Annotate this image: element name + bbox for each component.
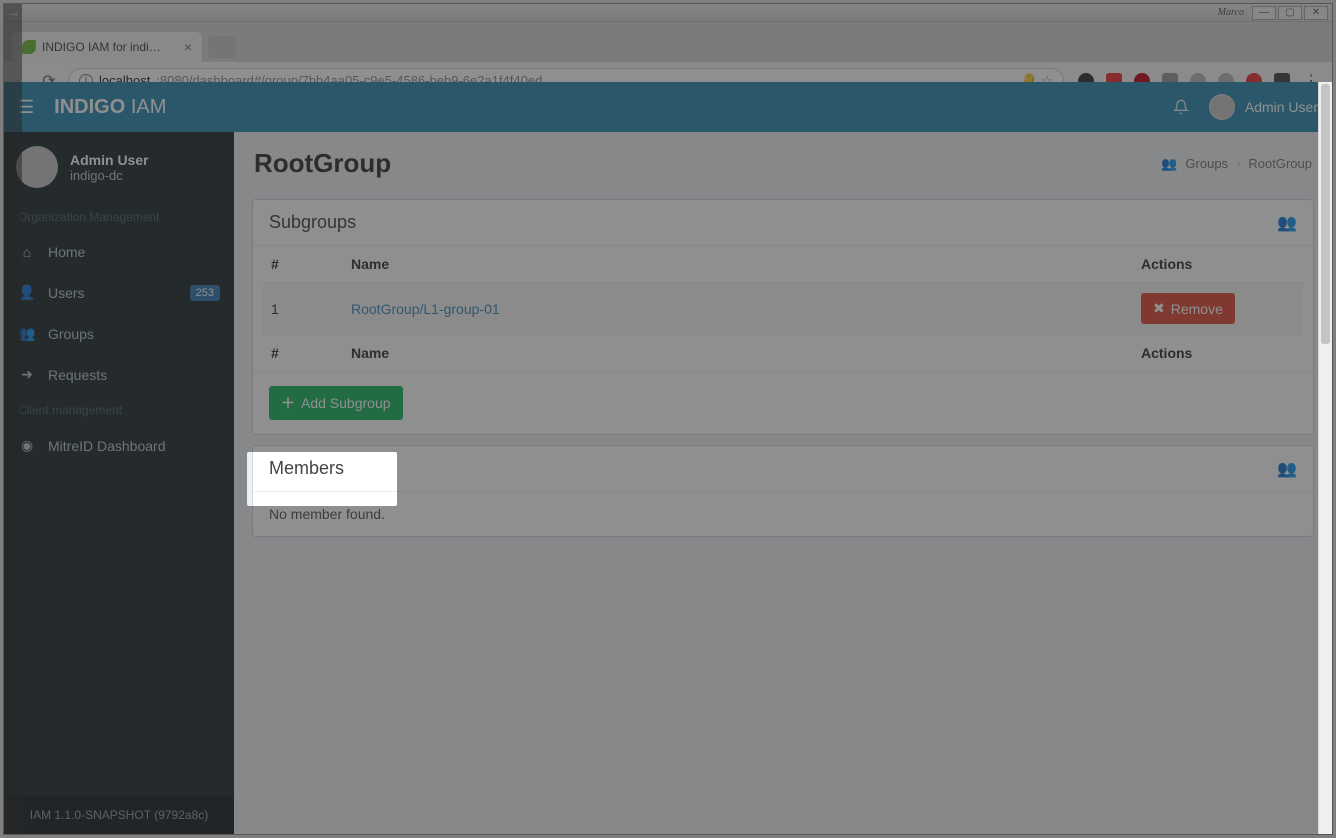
browser-window: Marco — ▢ ✕ INDIGO IAM for indi… × ← → ⟳… (3, 3, 1333, 835)
panel-title: Members (269, 458, 344, 479)
sidebar-item-label: Groups (48, 326, 94, 342)
col-footer-actions: Actions (1133, 335, 1303, 372)
table-foot-row: # Name Actions (263, 335, 1303, 372)
subgroup-link[interactable]: RootGroup/L1-group-01 (351, 301, 500, 317)
sidebar: Admin User indigo-dc Organization Manage… (4, 132, 234, 834)
sidebar-user-name: Admin User (70, 152, 149, 168)
window-close-button[interactable]: ✕ (1304, 6, 1328, 20)
tab-title: INDIGO IAM for indi… (42, 40, 161, 54)
table-head-row: # Name Actions (263, 246, 1303, 283)
notifications-icon[interactable] (1173, 99, 1189, 115)
chevron-right-icon: › (1236, 156, 1240, 171)
panel-body: # Name Actions 1 RootGroup/L1-group-01 (253, 246, 1313, 371)
browser-tabstrip: INDIGO IAM for indi… × (4, 22, 1332, 62)
sidebar-item-users[interactable]: 👤 Users 253 (4, 272, 234, 313)
panel-heading: Subgroups 👥 (253, 200, 1313, 246)
sidebar-item-mitreid[interactable]: ◉ MitreID Dashboard (4, 425, 234, 466)
add-subgroup-button[interactable]: ＋ Add Subgroup (269, 386, 403, 420)
sidebar-section-label: Client management (4, 395, 234, 425)
window-minimize-button[interactable]: — (1252, 6, 1276, 20)
cell-num: 1 (263, 283, 343, 335)
tab-favicon (22, 40, 36, 54)
os-hint-label: Marco (1212, 6, 1250, 20)
sidebar-item-label: Requests (48, 367, 107, 383)
users-icon: 👥 (1277, 459, 1297, 479)
remove-button-label: Remove (1171, 301, 1223, 317)
page-header: RootGroup 👥 Groups › RootGroup (234, 132, 1332, 189)
new-tab-button[interactable] (208, 36, 236, 58)
dashboard-icon: ◉ (18, 437, 36, 454)
sidebar-item-requests[interactable]: ➜ Requests (4, 354, 234, 395)
sidebar-item-label: Home (48, 244, 85, 260)
tab-close-icon[interactable]: × (184, 39, 192, 55)
sidebar-profile: Admin User indigo-dc (4, 132, 234, 202)
app-brand[interactable]: INDIGO IAM (54, 96, 166, 119)
col-header-actions: Actions (1133, 246, 1303, 283)
home-icon: ⌂ (18, 244, 36, 260)
panel-title: Subgroups (269, 212, 356, 233)
scrollbar-thumb[interactable] (1321, 84, 1330, 344)
panel-footer: ＋ Add Subgroup (253, 371, 1313, 434)
app-viewport: ☰ INDIGO IAM Admin User Admin User (4, 82, 1332, 834)
members-empty-text: No member found. (253, 492, 1313, 536)
col-header-num: # (263, 246, 343, 283)
avatar (1209, 94, 1235, 120)
subgroups-table: # Name Actions 1 RootGroup/L1-group-01 (263, 246, 1303, 371)
sidebar-section-label: Organization Management (4, 202, 234, 232)
browser-tab[interactable]: INDIGO IAM for indi… × (12, 32, 202, 62)
add-subgroup-label: Add Subgroup (301, 395, 391, 411)
user-icon: 👤 (18, 284, 36, 301)
sidebar-item-label: Users (48, 285, 85, 301)
header-user-name: Admin User (1245, 99, 1318, 115)
sidebar-user-org: indigo-dc (70, 168, 149, 183)
panel-subgroups: Subgroups 👥 # Name Actions (252, 199, 1314, 435)
close-icon: ✖ (1153, 300, 1165, 317)
scrollbar-vertical[interactable] (1318, 82, 1332, 834)
table-row: 1 RootGroup/L1-group-01 ✖ Remove (263, 283, 1303, 335)
header-user-menu[interactable]: Admin User (1209, 94, 1318, 120)
breadcrumb-root[interactable]: Groups (1185, 156, 1228, 171)
window-maximize-button[interactable]: ▢ (1278, 6, 1302, 20)
users-icon: 👥 (18, 325, 36, 342)
app-body: Admin User indigo-dc Organization Manage… (4, 132, 1332, 834)
users-icon: 👥 (1277, 213, 1297, 233)
breadcrumb: 👥 Groups › RootGroup (1161, 156, 1312, 172)
sidebar-item-home[interactable]: ⌂ Home (4, 232, 234, 272)
breadcrumb-leaf: RootGroup (1248, 156, 1312, 171)
app-header: ☰ INDIGO IAM Admin User (4, 82, 1332, 132)
panel-members: Members 👥 No member found. (252, 445, 1314, 537)
brand-bold: INDIGO (54, 96, 125, 118)
col-header-name: Name (343, 246, 1133, 283)
col-footer-num: # (263, 335, 343, 372)
sidebar-toggle-icon[interactable]: ☰ (18, 97, 34, 118)
users-count-badge: 253 (190, 285, 220, 301)
page-title: RootGroup (254, 148, 391, 179)
col-footer-name: Name (343, 335, 1133, 372)
os-titlebar: Marco — ▢ ✕ (4, 4, 1332, 22)
sidebar-footer-version: IAM 1.1.0-SNAPSHOT (9792a8c) (4, 796, 234, 834)
users-icon: 👥 (1161, 156, 1177, 172)
signin-icon: ➜ (18, 366, 36, 383)
content-area: RootGroup 👥 Groups › RootGroup Subgroups… (234, 132, 1332, 834)
sidebar-item-groups[interactable]: 👥 Groups (4, 313, 234, 354)
avatar (16, 146, 58, 188)
panel-heading: Members 👥 (253, 446, 1313, 492)
remove-button[interactable]: ✖ Remove (1141, 293, 1235, 324)
sidebar-item-label: MitreID Dashboard (48, 438, 166, 454)
plus-icon: ＋ (281, 393, 295, 413)
brand-light: IAM (131, 96, 167, 118)
